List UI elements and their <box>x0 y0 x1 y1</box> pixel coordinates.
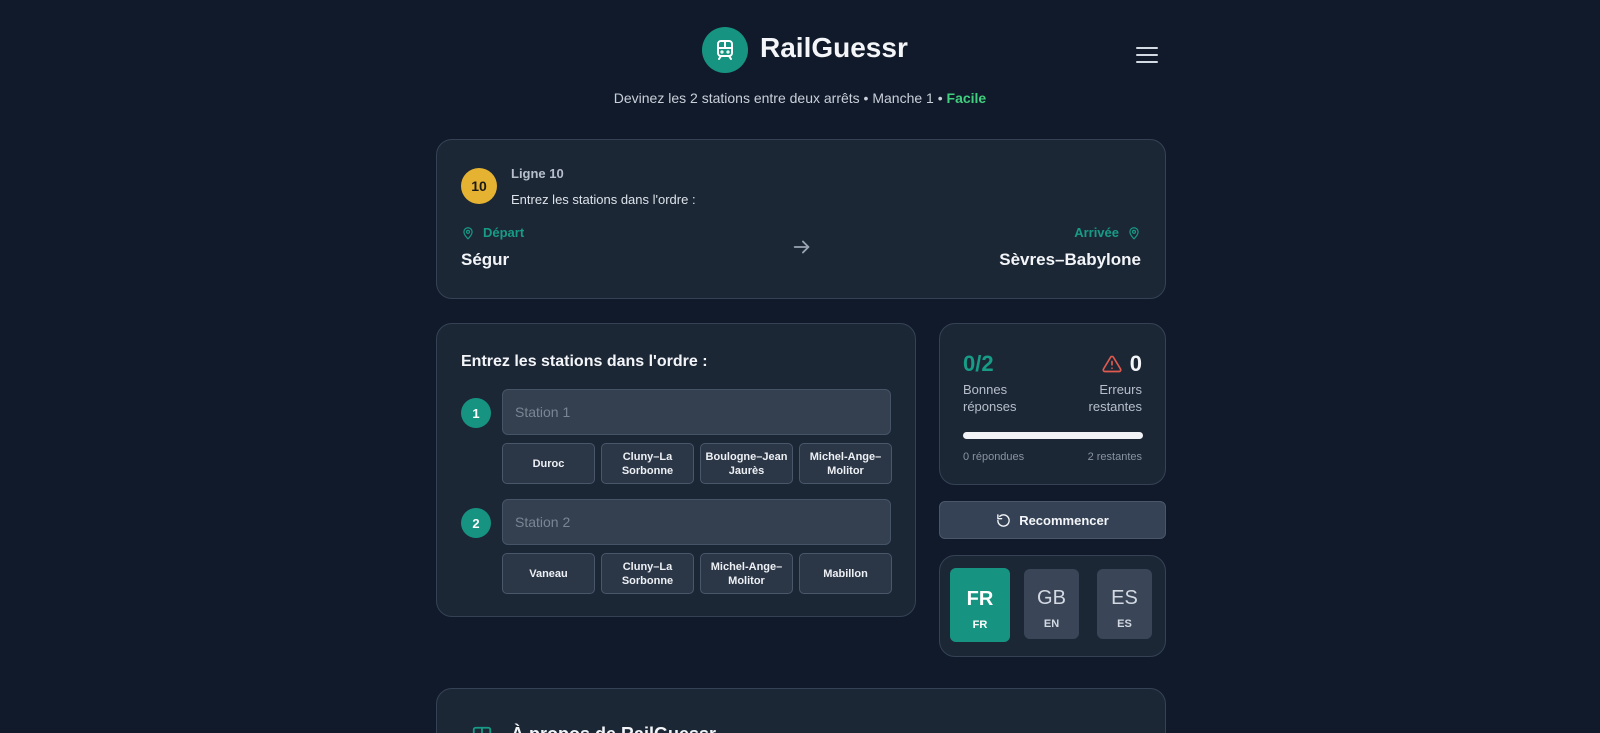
slot-number-1: 1 <box>461 398 491 428</box>
errors-label: Erreurs restantes <box>1088 382 1142 414</box>
difficulty-label: Facile <box>946 90 987 106</box>
station-2-input[interactable] <box>502 499 891 545</box>
suggestion-chip[interactable]: Cluny–La Sorbonne <box>601 553 694 594</box>
map-pin-icon <box>1129 226 1139 239</box>
suggestion-chip[interactable]: Mabillon <box>799 553 892 594</box>
header: RailGuessr Devinez les 2 stations entre … <box>0 0 1600 120</box>
app-logo <box>702 27 748 73</box>
departure-label: Départ <box>461 225 524 240</box>
restart-button[interactable]: Recommencer <box>939 501 1166 539</box>
subtitle-text: Devinez les 2 stations entre deux arrêts… <box>613 90 947 106</box>
language-fr-button[interactable]: FR FR <box>950 568 1010 642</box>
suggestion-chip[interactable]: Vaneau <box>502 553 595 594</box>
suggestion-chip[interactable]: Cluny–La Sorbonne <box>601 443 694 484</box>
app-title: RailGuessr <box>760 32 908 63</box>
about-card: À propos de RailGuessr <box>436 688 1166 733</box>
layout-icon <box>472 726 492 733</box>
train-icon <box>717 40 733 60</box>
restart-label: Recommencer <box>1019 512 1109 528</box>
errors-wrap: 0 <box>1102 351 1142 377</box>
language-es-button[interactable]: ES ES <box>1097 569 1152 639</box>
route-card: 10 Ligne 10 Entrez les stations dans l'o… <box>436 139 1166 299</box>
refresh-icon <box>997 513 1010 527</box>
suggestion-chip[interactable]: Michel-Ange–Molitor <box>700 553 793 594</box>
line-badge: 10 <box>461 168 497 204</box>
arrival-label: Arrivée <box>1074 225 1141 240</box>
input-card-title: Entrez les stations dans l'ordre : <box>461 353 708 370</box>
arrival-label-text: Arrivée <box>1074 225 1119 240</box>
language-sub: EN <box>1043 618 1060 630</box>
map-pin-icon <box>463 226 473 239</box>
errors-count: 0 <box>1129 351 1142 376</box>
departure-station: Ségur <box>461 250 510 269</box>
station-1-input[interactable] <box>502 389 891 435</box>
arrival-station: Sèvres–Babylone <box>999 250 1141 269</box>
station-input-card: Entrez les stations dans l'ordre : 1 Dur… <box>436 323 916 617</box>
language-code: FR <box>966 588 994 610</box>
language-sub: ES <box>1117 618 1132 630</box>
arrow-right-icon <box>793 240 810 254</box>
language-en-button[interactable]: GB EN <box>1024 569 1079 639</box>
language-code: GB <box>1037 587 1066 609</box>
warning-icon <box>1102 355 1122 373</box>
about-title: À propos de RailGuessr <box>511 724 716 733</box>
language-sub: FR <box>972 619 988 631</box>
suggestion-chip[interactable]: Duroc <box>502 443 595 484</box>
route-instruction: Entrez les stations dans l'ordre : <box>511 192 696 207</box>
game-subtitle: Devinez les 2 stations entre deux arrêts… <box>0 90 1600 106</box>
line-label: Ligne 10 <box>511 166 564 181</box>
progress-bar <box>963 432 1143 439</box>
correct-count: 0/2 <box>963 351 994 376</box>
departure-label-text: Départ <box>483 225 525 240</box>
suggestion-chip[interactable]: Boulogne–Jean Jaurès <box>700 443 793 484</box>
language-card: FR FR GB EN ES ES <box>939 555 1166 657</box>
suggestion-chip[interactable]: Michel-Ange–Molitor <box>799 443 892 484</box>
remaining-count: 2 restantes <box>1087 451 1142 463</box>
score-card: 0/2 Bonnes réponses 0 Erreurs restantes … <box>939 323 1166 485</box>
correct-label: Bonnes réponses <box>963 382 1017 414</box>
language-code: ES <box>1111 587 1138 609</box>
slot-number-2: 2 <box>461 508 491 538</box>
menu-icon[interactable] <box>1136 47 1158 67</box>
answered-count: 0 répondues <box>963 451 1025 463</box>
